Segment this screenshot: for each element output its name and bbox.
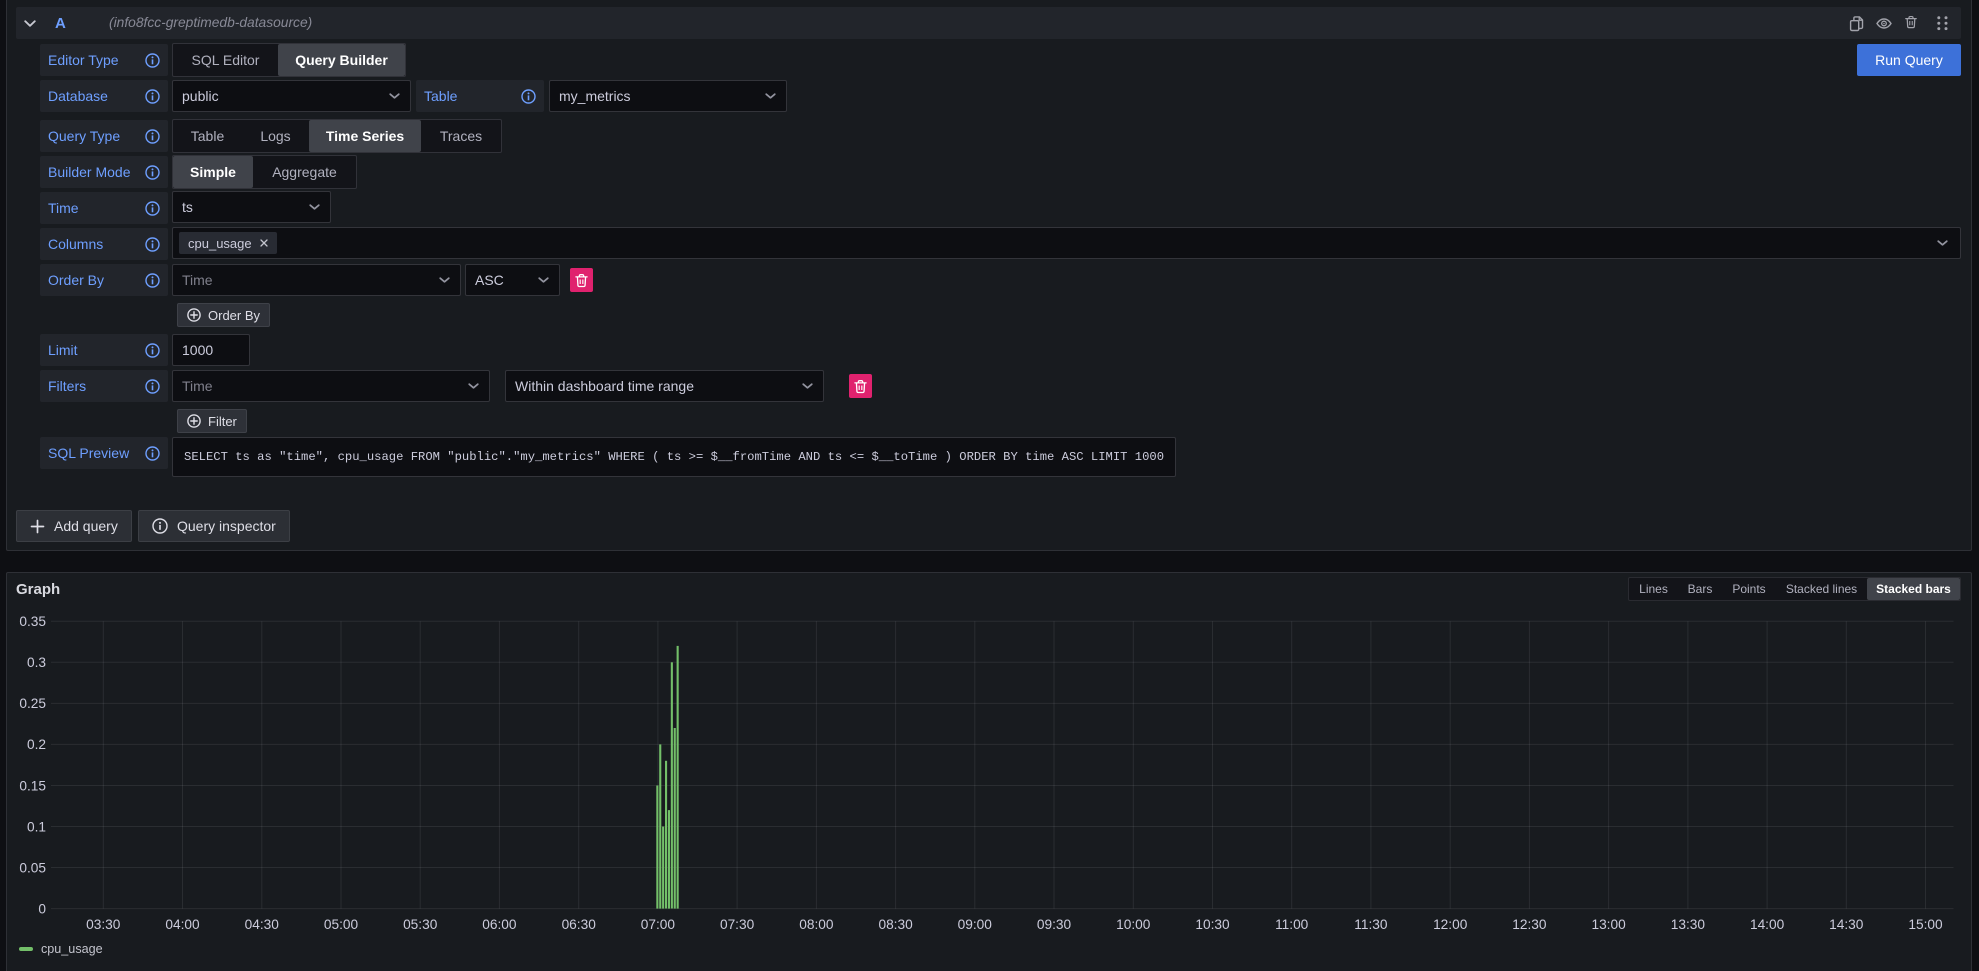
svg-text:05:00: 05:00: [324, 917, 359, 932]
svg-text:0.25: 0.25: [19, 696, 46, 711]
svg-text:12:30: 12:30: [1512, 917, 1547, 932]
svg-text:11:30: 11:30: [1354, 917, 1388, 932]
svg-text:0.2: 0.2: [27, 737, 46, 752]
svg-text:13:30: 13:30: [1671, 917, 1706, 932]
svg-text:10:00: 10:00: [1116, 917, 1151, 932]
svg-text:05:30: 05:30: [403, 917, 438, 932]
svg-text:07:00: 07:00: [641, 917, 676, 932]
svg-text:15:00: 15:00: [1908, 917, 1943, 932]
svg-text:06:30: 06:30: [562, 917, 597, 932]
svg-text:0: 0: [38, 901, 46, 916]
svg-text:11:00: 11:00: [1275, 917, 1309, 932]
svg-text:13:00: 13:00: [1591, 917, 1626, 932]
svg-text:07:30: 07:30: [720, 917, 755, 932]
svg-text:0.1: 0.1: [27, 819, 46, 834]
svg-text:14:00: 14:00: [1750, 917, 1785, 932]
svg-text:09:30: 09:30: [1037, 917, 1072, 932]
svg-text:0.35: 0.35: [19, 614, 46, 629]
svg-text:06:00: 06:00: [482, 917, 517, 932]
svg-text:12:00: 12:00: [1433, 917, 1468, 932]
svg-text:09:00: 09:00: [958, 917, 993, 932]
svg-text:03:30: 03:30: [86, 917, 121, 932]
svg-text:0.05: 0.05: [19, 860, 46, 875]
svg-text:08:00: 08:00: [799, 917, 834, 932]
svg-text:0.15: 0.15: [19, 778, 46, 793]
svg-text:14:30: 14:30: [1829, 917, 1864, 932]
svg-text:10:30: 10:30: [1195, 917, 1230, 932]
svg-text:04:30: 04:30: [245, 917, 280, 932]
svg-text:08:30: 08:30: [878, 917, 913, 932]
svg-text:0.3: 0.3: [27, 655, 46, 670]
svg-text:04:00: 04:00: [165, 917, 200, 932]
